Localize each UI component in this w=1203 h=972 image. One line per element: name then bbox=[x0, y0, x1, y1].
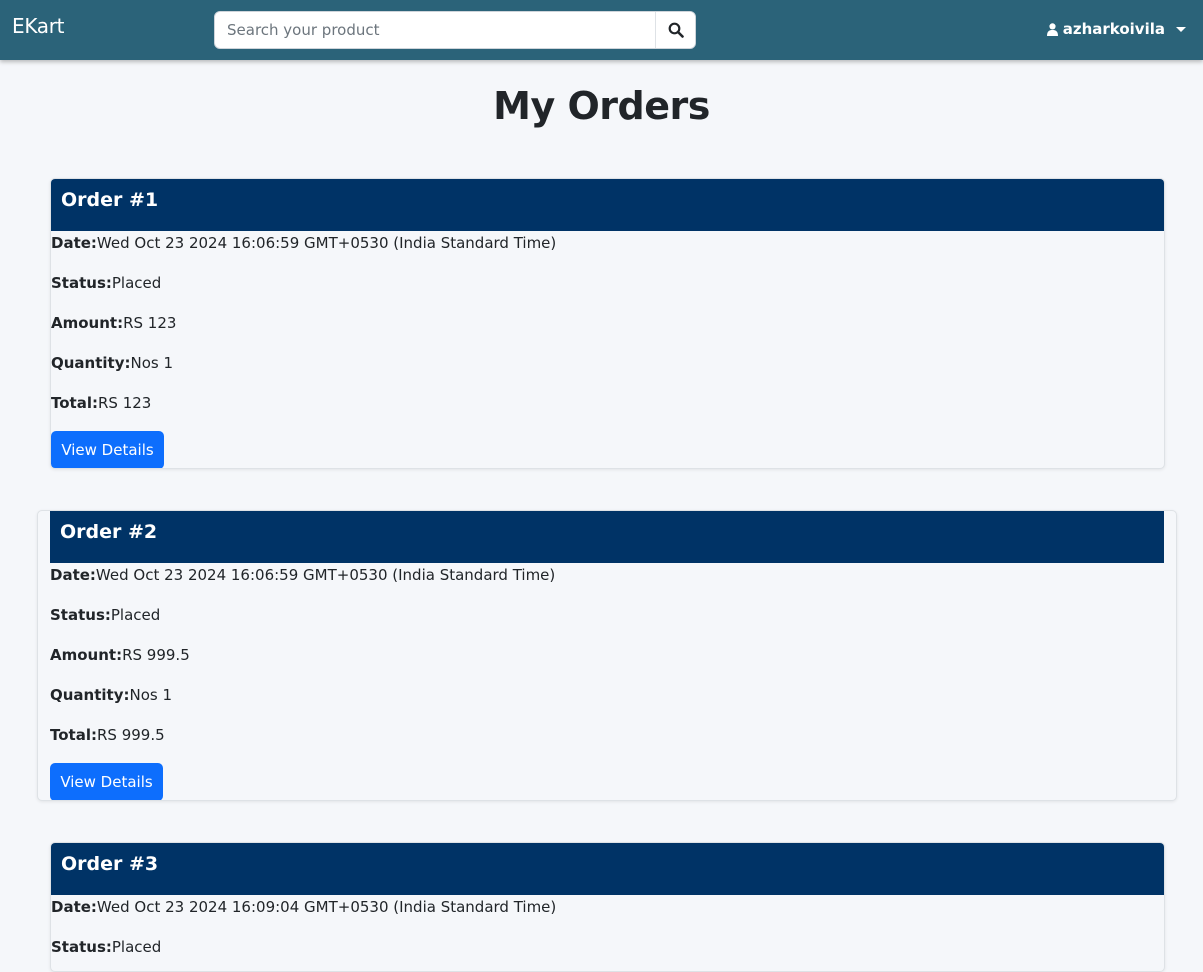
quantity-label: Quantity: bbox=[50, 686, 130, 704]
order-amount: Amount:RS 123 bbox=[51, 314, 176, 332]
total-label: Total: bbox=[51, 394, 98, 412]
view-details-button[interactable]: View Details bbox=[51, 431, 164, 468]
order-title: Order #3 bbox=[51, 843, 1164, 895]
brand-logo[interactable]: EKart bbox=[12, 14, 65, 38]
user-icon bbox=[1046, 22, 1058, 36]
order-title: Order #2 bbox=[50, 511, 1164, 563]
chevron-down-icon bbox=[1176, 26, 1186, 32]
username: azharkoivila bbox=[1062, 20, 1165, 38]
order-quantity: Quantity:Nos 1 bbox=[51, 354, 173, 372]
order-card: Order #3 Date:Wed Oct 23 2024 16:09:04 G… bbox=[50, 842, 1165, 972]
user-dropdown[interactable]: azharkoivila bbox=[1046, 20, 1186, 38]
status-label: Status: bbox=[51, 938, 112, 956]
amount-label: Amount: bbox=[51, 314, 124, 332]
search-bar bbox=[214, 11, 696, 49]
total-label: Total: bbox=[50, 726, 97, 744]
order-total: Total:RS 123 bbox=[51, 394, 151, 412]
date-label: Date: bbox=[51, 898, 97, 916]
search-icon bbox=[668, 22, 684, 38]
date-label: Date: bbox=[50, 566, 96, 584]
status-label: Status: bbox=[50, 606, 111, 624]
total-value: RS 999.5 bbox=[96, 726, 165, 744]
status-value: Placed bbox=[111, 274, 162, 292]
order-quantity: Quantity:Nos 1 bbox=[50, 686, 172, 704]
view-details-button[interactable]: View Details bbox=[50, 763, 163, 800]
order-total: Total:RS 999.5 bbox=[50, 726, 165, 744]
order-date: Date:Wed Oct 23 2024 16:09:04 GMT+0530 (… bbox=[51, 898, 556, 916]
order-status: Status:Placed bbox=[51, 938, 161, 956]
status-value: Placed bbox=[110, 606, 161, 624]
date-value: Wed Oct 23 2024 16:06:59 GMT+0530 (India… bbox=[95, 566, 556, 584]
top-navbar: EKart azharkoivila bbox=[0, 0, 1203, 60]
search-button[interactable] bbox=[655, 12, 695, 48]
date-label: Date: bbox=[51, 234, 97, 252]
order-amount: Amount:RS 999.5 bbox=[50, 646, 190, 664]
order-date: Date:Wed Oct 23 2024 16:06:59 GMT+0530 (… bbox=[51, 234, 556, 252]
order-status: Status:Placed bbox=[50, 606, 160, 624]
page-title: My Orders bbox=[493, 84, 710, 128]
status-label: Status: bbox=[51, 274, 112, 292]
order-card: Order #2 Date:Wed Oct 23 2024 16:06:59 G… bbox=[37, 510, 1177, 801]
status-value: Placed bbox=[111, 938, 162, 956]
quantity-value: Nos 1 bbox=[130, 354, 174, 372]
search-input[interactable] bbox=[215, 12, 657, 48]
order-status: Status:Placed bbox=[51, 274, 161, 292]
date-value: Wed Oct 23 2024 16:06:59 GMT+0530 (India… bbox=[96, 234, 557, 252]
date-value: Wed Oct 23 2024 16:09:04 GMT+0530 (India… bbox=[96, 898, 557, 916]
amount-value: RS 999.5 bbox=[122, 646, 190, 664]
quantity-label: Quantity: bbox=[51, 354, 131, 372]
order-date: Date:Wed Oct 23 2024 16:06:59 GMT+0530 (… bbox=[50, 566, 555, 584]
amount-value: RS 123 bbox=[123, 314, 177, 332]
order-card: Order #1 Date:Wed Oct 23 2024 16:06:59 G… bbox=[50, 178, 1165, 469]
total-value: RS 123 bbox=[97, 394, 152, 412]
amount-label: Amount: bbox=[50, 646, 123, 664]
order-title: Order #1 bbox=[51, 179, 1164, 231]
quantity-value: Nos 1 bbox=[129, 686, 173, 704]
